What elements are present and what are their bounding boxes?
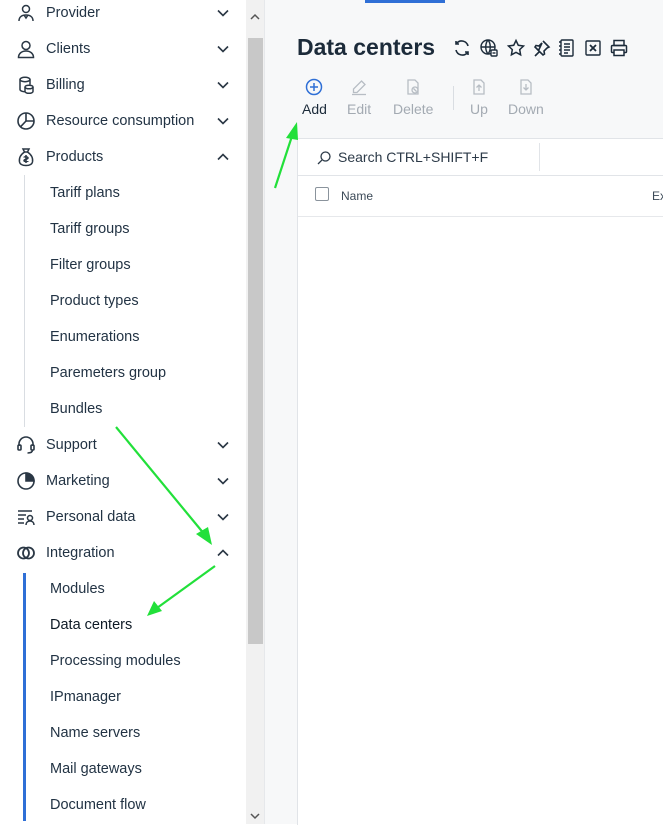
chevron-up-icon: [216, 150, 230, 164]
sidebar-item-marketing[interactable]: Marketing: [0, 463, 246, 499]
sidebar-subitem-ipmanager[interactable]: IPmanager: [50, 679, 121, 715]
down-button-label: Down: [508, 101, 544, 117]
sidebar-subitem-modules[interactable]: Modules: [50, 571, 105, 607]
sidebar-subitem-bundles[interactable]: Bundles: [50, 391, 102, 427]
sidebar-item-label: Products: [46, 149, 104, 165]
sidebar-item-label: Integration: [46, 545, 115, 561]
sidebar-item-label: Personal data: [46, 509, 136, 525]
provider-icon: [16, 3, 36, 23]
toolbar-separator: [453, 86, 454, 110]
sidebar-subitem-product-types[interactable]: Product types: [50, 283, 139, 319]
clients-icon: [16, 39, 36, 59]
search-separator: [539, 143, 540, 171]
pencil-icon: [350, 78, 368, 96]
add-button[interactable]: Add: [302, 78, 327, 122]
sidebar-subitem-processing-modules[interactable]: Processing modules: [50, 643, 181, 679]
sidebar-item-label: Resource consumption: [46, 113, 195, 129]
chevron-down-icon: [216, 474, 230, 488]
page-title: Data centers: [297, 34, 436, 60]
delete-button[interactable]: Delete: [393, 78, 433, 122]
chevron-down-icon: [216, 438, 230, 452]
chevron-down-icon: [216, 78, 230, 92]
chevron-down-icon: [216, 6, 230, 20]
scroll-up-arrow-icon[interactable]: [249, 12, 261, 22]
products-icon: [16, 147, 36, 167]
sidebar-subitem-parameters-group[interactable]: Paremeters group: [50, 355, 166, 391]
column-header-name[interactable]: Name: [341, 189, 373, 203]
edit-button-label: Edit: [347, 101, 372, 117]
column-header-ex[interactable]: Ex: [652, 189, 663, 203]
marketing-icon: [16, 471, 36, 491]
up-button[interactable]: Up: [470, 78, 488, 122]
move-up-icon: [470, 78, 488, 96]
sidebar-item-resource-consumption[interactable]: Resource consumption: [0, 103, 246, 139]
integration-icon: [16, 543, 36, 563]
sidebar-subitem-filter-groups[interactable]: Filter groups: [50, 247, 131, 283]
tree-line: [24, 175, 25, 427]
personal-data-icon: [16, 507, 36, 527]
globe-link-icon[interactable]: [479, 38, 499, 58]
document-icon[interactable]: [557, 38, 577, 58]
sidebar-item-label: Marketing: [46, 473, 110, 489]
search-icon: [316, 150, 332, 166]
chevron-down-icon: [216, 114, 230, 128]
delete-button-label: Delete: [393, 101, 434, 117]
data-table-panel: Name Ex: [297, 138, 663, 825]
sidebar-item-label: Billing: [46, 77, 85, 93]
down-button[interactable]: Down: [508, 78, 544, 122]
sidebar-item-personal-data[interactable]: Personal data: [0, 499, 246, 535]
search-bar: [298, 139, 663, 176]
support-icon: [16, 435, 36, 455]
chevron-up-icon: [216, 546, 230, 560]
sidebar-item-integration[interactable]: Integration: [0, 535, 246, 571]
sidebar-subitem-name-servers[interactable]: Name servers: [50, 715, 140, 751]
pin-icon[interactable]: [532, 38, 552, 58]
sidebar-subitem-enumerations[interactable]: Enumerations: [50, 319, 139, 355]
sidebar-item-label: Clients: [46, 41, 91, 57]
add-button-label: Add: [302, 101, 327, 117]
sidebar-subitem-document-flow[interactable]: Document flow: [50, 787, 146, 823]
sidebar-subitem-mail-gateways[interactable]: Mail gateways: [50, 751, 142, 787]
sidebar-item-support[interactable]: Support: [0, 427, 246, 463]
sidebar-subitem-tariff-plans[interactable]: Tariff plans: [50, 175, 120, 211]
main-content: Data centers Add Edit Delete Up Down Sea…: [265, 0, 663, 825]
sidebar: Provider Clients Billing Resource consum…: [0, 0, 246, 824]
refresh-icon[interactable]: [452, 38, 472, 58]
sidebar-item-provider[interactable]: Provider: [0, 0, 246, 31]
sidebar-item-label: Provider: [46, 5, 100, 21]
resource-consumption-icon: [16, 111, 36, 131]
print-icon[interactable]: [609, 38, 629, 58]
sidebar-item-billing[interactable]: Billing: [0, 67, 246, 103]
chevron-down-icon: [216, 42, 230, 56]
sidebar-item-clients[interactable]: Clients: [0, 31, 246, 67]
move-down-icon: [517, 78, 535, 96]
active-tab-indicator: [365, 0, 445, 3]
sidebar-scrollbar[interactable]: [246, 0, 264, 824]
sidebar-subitem-data-centers[interactable]: Data centers: [50, 607, 132, 643]
add-circle-icon: [305, 78, 323, 96]
billing-icon: [16, 75, 36, 95]
sidebar-subitem-tariff-groups[interactable]: Tariff groups: [50, 211, 130, 247]
up-button-label: Up: [470, 101, 488, 117]
excel-export-icon[interactable]: [583, 38, 603, 58]
delete-document-icon: [404, 78, 422, 96]
chevron-down-icon: [216, 510, 230, 524]
table-header-row: Name Ex: [298, 176, 663, 217]
scrollbar-thumb[interactable]: [248, 38, 263, 644]
sidebar-item-label: Support: [46, 437, 97, 453]
active-tree-line: [23, 573, 26, 821]
edit-button[interactable]: Edit: [347, 78, 371, 122]
star-icon[interactable]: [506, 38, 526, 58]
select-all-checkbox[interactable]: [315, 187, 329, 201]
sidebar-item-products[interactable]: Products: [0, 139, 246, 175]
scroll-down-arrow-icon[interactable]: [249, 811, 261, 821]
search-input[interactable]: [338, 144, 528, 170]
